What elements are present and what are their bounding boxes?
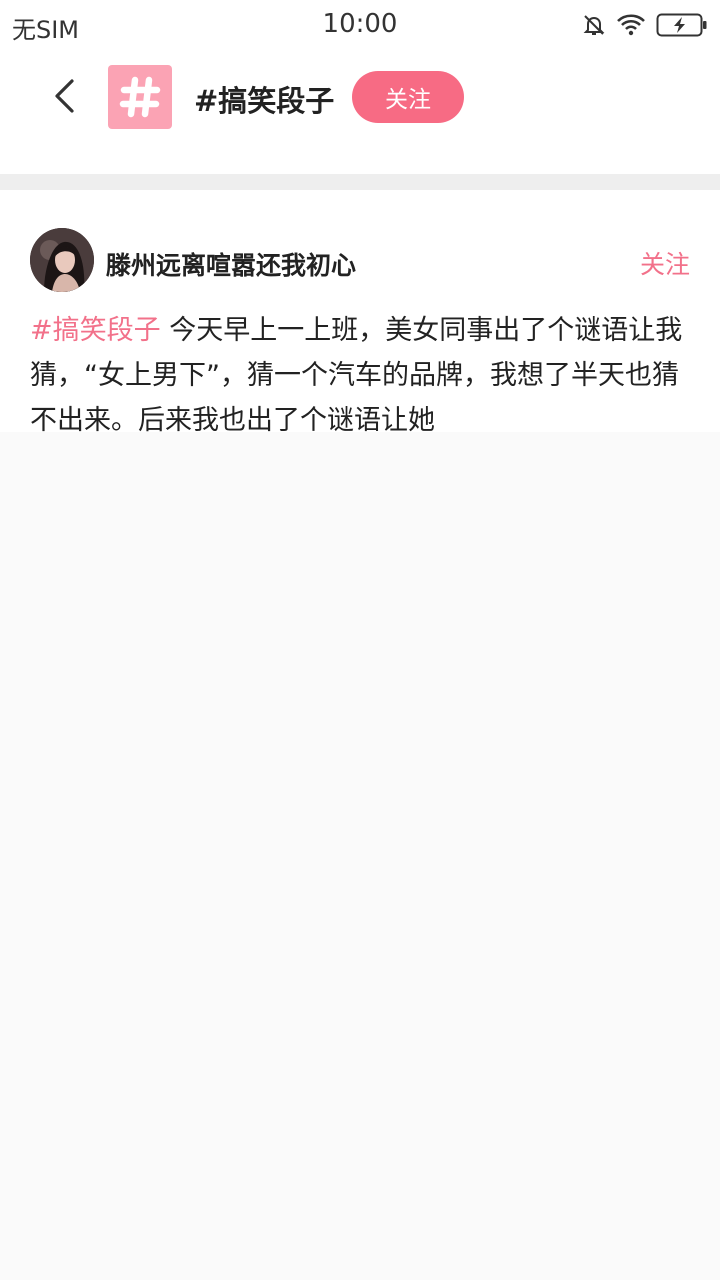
author-name[interactable]: 滕州远离喧嚣还我初心 (106, 246, 356, 282)
topic-title: #搞笑段子 (194, 84, 335, 118)
post-content[interactable]: #搞笑段子 今天早上一上班，美女同事出了个谜语让我猜，“女上男下”，猜一个汽车的… (30, 308, 694, 432)
back-button[interactable] (40, 72, 88, 120)
status-icons (582, 12, 708, 38)
follow-topic-button[interactable]: 关注 (352, 71, 464, 123)
follow-author-button[interactable]: 关注 (640, 245, 690, 281)
post-card[interactable]: 滕州远离喧嚣还我初心 关注 #搞笑段子 今天早上一上班，美女同事出了个谜语让我猜… (0, 190, 720, 432)
topic-logo (108, 65, 172, 129)
battery-charging-icon (656, 12, 708, 38)
avatar[interactable] (30, 228, 94, 292)
wifi-icon (616, 13, 646, 37)
section-divider (0, 174, 720, 190)
hashtag-icon (119, 76, 161, 118)
topic-header: #搞笑段子 关注 (0, 50, 720, 150)
mute-bell-icon (582, 13, 606, 37)
post-topic-tag[interactable]: #搞笑段子 (30, 315, 161, 346)
status-bar: 无SIM 10:00 (0, 0, 720, 50)
chevron-left-icon (55, 79, 74, 113)
